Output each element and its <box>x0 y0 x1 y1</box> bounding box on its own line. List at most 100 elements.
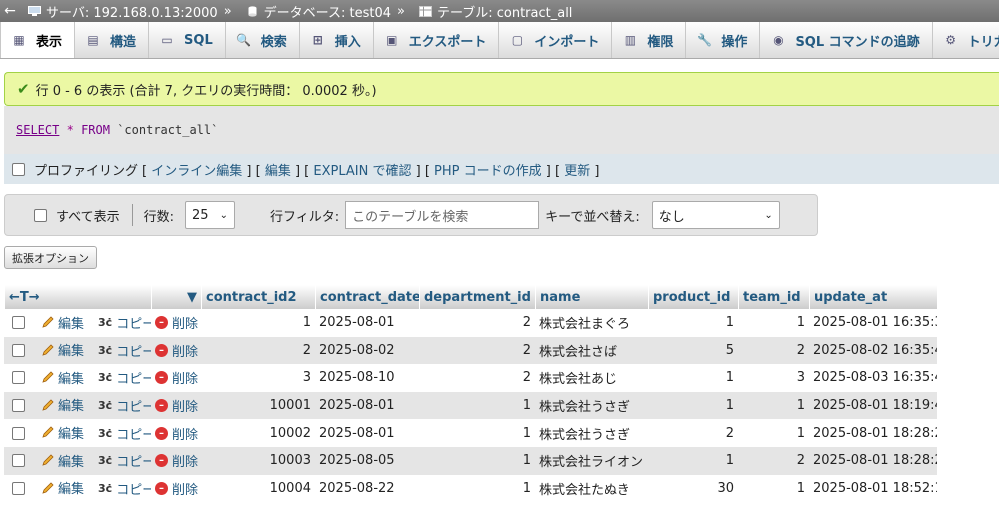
cell-department_id[interactable]: 2 <box>419 343 535 358</box>
cell-team_id[interactable]: 1 <box>738 398 809 413</box>
cell-name[interactable]: 株式会社うさぎ <box>535 396 648 415</box>
cell-contract_id2[interactable]: 1 <box>201 315 315 330</box>
cell-team_id[interactable]: 1 <box>738 315 809 330</box>
row-checkbox[interactable] <box>12 426 25 440</box>
cell-contract_date[interactable]: 2025-08-05 <box>315 453 419 468</box>
cell-contract_date[interactable]: 2025-08-02 <box>315 343 419 358</box>
profiling-link[interactable]: 更新 <box>564 164 590 179</box>
cell-name[interactable]: 株式会社うさぎ <box>535 424 648 443</box>
column-header-name[interactable]: name <box>535 285 648 309</box>
tab-import[interactable]: ▢ インポート <box>499 22 613 58</box>
sql-keyword-select[interactable]: SELECT <box>16 123 59 137</box>
delete-button[interactable]: – 削除 <box>155 313 198 332</box>
edit-button[interactable]: 編集 <box>41 368 84 387</box>
cell-department_id[interactable]: 1 <box>419 481 535 496</box>
cell-product_id[interactable]: 1 <box>648 398 738 413</box>
show-all-checkbox[interactable] <box>34 208 47 222</box>
copy-button[interactable]: 3ċ コピー <box>98 451 151 470</box>
tab-sql[interactable]: ▭ SQL <box>149 22 226 58</box>
cell-name[interactable]: 株式会社ライオン <box>535 451 648 470</box>
column-arrows[interactable]: ←T→ <box>4 285 151 309</box>
delete-button[interactable]: – 削除 <box>155 341 198 360</box>
cell-team_id[interactable]: 2 <box>738 343 809 358</box>
cell-contract_id2[interactable]: 10004 <box>201 481 315 496</box>
cell-contract_id2[interactable]: 3 <box>201 370 315 385</box>
edit-button[interactable]: 編集 <box>41 313 84 332</box>
cell-contract_date[interactable]: 2025-08-01 <box>315 398 419 413</box>
sort-by-key-select[interactable]: なし ⌄ <box>651 201 780 229</box>
cell-update_at[interactable]: 2025-08-01 16:35:34 <box>809 315 937 330</box>
cell-product_id[interactable]: 30 <box>648 481 738 496</box>
copy-button[interactable]: 3ċ コピー <box>98 341 151 360</box>
column-header-update_at[interactable]: update_at <box>809 285 937 309</box>
delete-button[interactable]: – 削除 <box>155 368 198 387</box>
row-checkbox[interactable] <box>12 481 25 495</box>
rows-per-page-select[interactable]: 25 ⌄ <box>184 201 235 229</box>
cell-product_id[interactable]: 2 <box>648 426 738 441</box>
extended-options-button[interactable]: 拡張オプション <box>4 246 97 269</box>
tab-insert[interactable]: ⊞ 挿入 <box>300 22 374 58</box>
cell-team_id[interactable]: 2 <box>738 453 809 468</box>
cell-name[interactable]: 株式会社さば <box>535 341 648 360</box>
edit-button[interactable]: 編集 <box>41 451 84 470</box>
cell-contract_id2[interactable]: 10003 <box>201 453 315 468</box>
cell-contract_id2[interactable]: 10001 <box>201 398 315 413</box>
row-checkbox[interactable] <box>12 454 25 468</box>
breadcrumb-database[interactable]: データベース: test04 <box>264 2 391 21</box>
tab-triggers[interactable]: ⚙ トリガ <box>933 22 999 58</box>
cell-department_id[interactable]: 1 <box>419 453 535 468</box>
cell-contract_id2[interactable]: 10002 <box>201 426 315 441</box>
profiling-link[interactable]: PHP コードの作成 <box>434 164 542 179</box>
tab-eye[interactable]: ◉ SQL コマンドの追跡 <box>760 22 933 58</box>
row-checkbox[interactable] <box>12 316 25 330</box>
edit-button[interactable]: 編集 <box>41 340 84 359</box>
copy-button[interactable]: 3ċ コピー <box>98 479 151 498</box>
cell-product_id[interactable]: 1 <box>648 370 738 385</box>
cell-name[interactable]: 株式会社たぬき <box>535 479 648 498</box>
cell-update_at[interactable]: 2025-08-01 18:28:23 <box>809 426 937 441</box>
column-header-contract_id2[interactable]: contract_id2 <box>201 285 315 309</box>
delete-button[interactable]: – 削除 <box>155 396 198 415</box>
tab-export[interactable]: ▣ エクスポート <box>374 22 500 58</box>
row-checkbox[interactable] <box>12 371 25 385</box>
delete-button[interactable]: – 削除 <box>155 424 198 443</box>
tab-table[interactable]: ▦ 表示 <box>0 22 76 58</box>
cell-update_at[interactable]: 2025-08-02 16:35:43 <box>809 343 937 358</box>
cell-contract_date[interactable]: 2025-08-01 <box>315 315 419 330</box>
cell-team_id[interactable]: 1 <box>738 481 809 496</box>
cell-team_id[interactable]: 3 <box>738 370 809 385</box>
cell-department_id[interactable]: 1 <box>419 426 535 441</box>
cell-contract_id2[interactable]: 2 <box>201 343 315 358</box>
row-checkbox[interactable] <box>12 399 25 413</box>
row-checkbox[interactable] <box>12 343 25 357</box>
breadcrumb-server[interactable]: サーバ: 192.168.0.13:2000 <box>46 2 218 21</box>
cell-department_id[interactable]: 2 <box>419 370 535 385</box>
tab-search[interactable]: 🔍 検索 <box>226 22 300 58</box>
copy-button[interactable]: 3ċ コピー <box>98 368 151 387</box>
cell-update_at[interactable]: 2025-08-01 18:28:29 <box>809 453 937 468</box>
cell-name[interactable]: 株式会社まぐろ <box>535 313 648 332</box>
tab-privileges[interactable]: ▥ 権限 <box>612 22 687 58</box>
delete-button[interactable]: – 削除 <box>155 451 198 470</box>
column-menu[interactable]: ▼ <box>151 285 201 309</box>
cell-product_id[interactable]: 5 <box>648 343 738 358</box>
cell-department_id[interactable]: 2 <box>419 315 535 330</box>
column-header-team_id[interactable]: team_id <box>738 285 809 309</box>
profiling-link[interactable]: 編集 <box>265 164 291 179</box>
cell-product_id[interactable]: 1 <box>648 453 738 468</box>
breadcrumb-table[interactable]: テーブル: contract_all <box>437 2 572 21</box>
profiling-link[interactable]: インライン編集 <box>151 164 242 179</box>
cell-update_at[interactable]: 2025-08-01 18:52:11 <box>809 481 937 496</box>
back-arrow-icon[interactable]: ← <box>0 3 20 19</box>
sql-query-box[interactable]: SELECT * FROM `contract_all` <box>4 106 999 154</box>
cell-department_id[interactable]: 1 <box>419 398 535 413</box>
cell-update_at[interactable]: 2025-08-03 16:35:49 <box>809 370 937 385</box>
copy-button[interactable]: 3ċ コピー <box>98 424 151 443</box>
cell-update_at[interactable]: 2025-08-01 18:19:42 <box>809 398 937 413</box>
row-filter-input[interactable]: このテーブルを検索 <box>345 201 540 229</box>
cell-product_id[interactable]: 1 <box>648 315 738 330</box>
tab-wrench[interactable]: 🔧 操作 <box>686 22 761 58</box>
cell-contract_date[interactable]: 2025-08-01 <box>315 426 419 441</box>
column-header-product_id[interactable]: product_id <box>648 285 738 309</box>
cell-name[interactable]: 株式会社あじ <box>535 368 648 387</box>
